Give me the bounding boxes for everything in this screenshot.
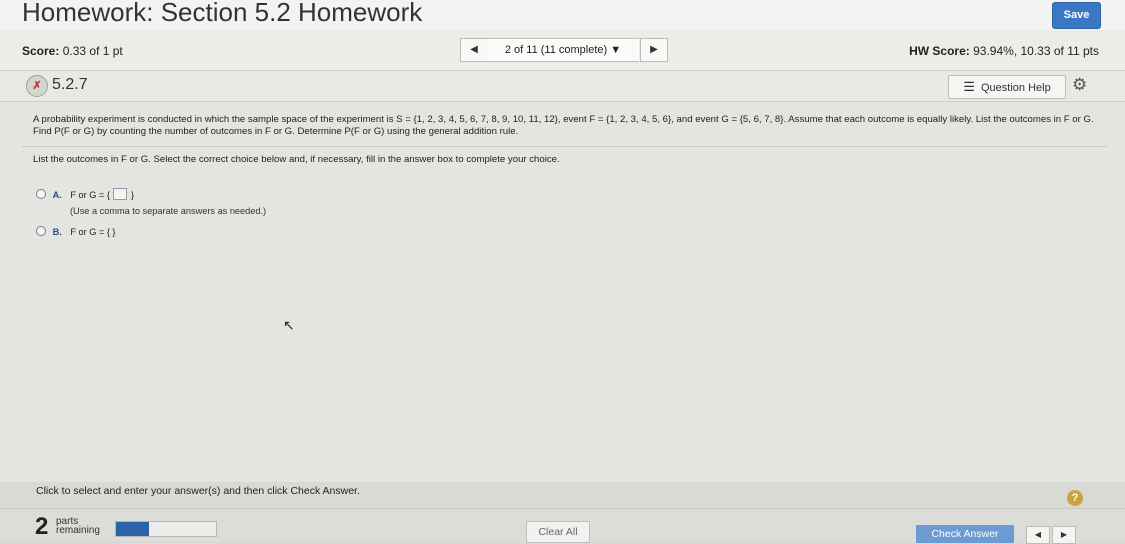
list-icon: ☰: [963, 79, 975, 94]
answer-hint: (Use a comma to separate answers as need…: [70, 206, 267, 216]
radio-button-a[interactable]: [36, 189, 46, 199]
chevron-right-icon: ▶: [1060, 530, 1068, 539]
chevron-left-icon: ◀: [470, 44, 478, 55]
page-title: Homework: Section 5.2 Homework: [22, 0, 423, 27]
question-number: 5.2.7: [52, 76, 88, 93]
score-display: Score: 0.33 of 1 pt: [22, 44, 123, 58]
question-prompt: A probability experiment is conducted in…: [33, 114, 1094, 137]
next-question-button[interactable]: ▶: [640, 38, 668, 62]
choice-text: F or G = { }: [70, 227, 116, 237]
choice-close-brace: }: [131, 190, 135, 200]
top-bar: Homework: Section 5.2 Homework Save: [0, 0, 1125, 31]
question-instruction: List the outcomes in F or G. Select the …: [33, 154, 560, 165]
score-bar: Score: 0.33 of 1 pt ◀ 2 of 11 (11 comple…: [0, 30, 1125, 71]
footer-next-button[interactable]: ▶: [1052, 526, 1076, 544]
mouse-cursor-icon: ↖: [283, 317, 295, 333]
question-select-dropdown[interactable]: 2 of 11 (11 complete) ▼: [487, 38, 639, 62]
hw-score-display: HW Score: 93.94%, 10.33 of 11 pts: [909, 44, 1099, 58]
choice-letter: B.: [52, 227, 62, 237]
progress-fill: [116, 522, 149, 536]
progress-bar: [115, 521, 217, 537]
parts-remaining-label: parts remaining: [56, 517, 100, 536]
previous-question-button[interactable]: ◀: [460, 38, 488, 62]
parts-label-line-2: remaining: [56, 525, 100, 536]
chevron-right-icon: ▶: [650, 44, 658, 55]
footer-previous-button[interactable]: ◀: [1026, 526, 1050, 544]
bottom-instruction: Click to select and enter your answer(s)…: [36, 485, 360, 497]
question-help-label: Question Help: [981, 82, 1051, 94]
gear-icon[interactable]: ⚙: [1072, 75, 1087, 95]
footer-bar: 2 parts remaining Clear All Check Answer…: [0, 508, 1125, 544]
help-icon[interactable]: ?: [1067, 490, 1083, 506]
question-help-button[interactable]: ☰ Question Help: [948, 75, 1066, 99]
check-answer-button[interactable]: Check Answer: [916, 525, 1014, 543]
score-label: Score:: [22, 44, 60, 58]
partial-credit-icon: ✗: [26, 75, 48, 97]
score-value: 0.33 of 1 pt: [62, 44, 123, 58]
hw-score-label: HW Score:: [909, 44, 970, 58]
choice-letter: A.: [52, 190, 62, 200]
radio-button-b[interactable]: [36, 226, 46, 236]
question-content: A probability experiment is conducted in…: [0, 102, 1125, 482]
save-button[interactable]: Save: [1052, 2, 1101, 29]
parts-remaining-count: 2: [35, 513, 49, 540]
hw-score-value: 93.94%, 10.33 of 11 pts: [973, 44, 1099, 58]
divider: [22, 146, 1107, 147]
choice-text: F or G = {: [70, 190, 110, 200]
question-bar: ✗ 5.2.7 ☰ Question Help ⚙: [0, 71, 1125, 102]
chevron-left-icon: ◀: [1034, 530, 1042, 539]
choice-a[interactable]: A. F or G = { }: [36, 188, 134, 200]
answer-input[interactable]: [113, 188, 128, 200]
choice-b[interactable]: B. F or G = { }: [36, 226, 116, 237]
